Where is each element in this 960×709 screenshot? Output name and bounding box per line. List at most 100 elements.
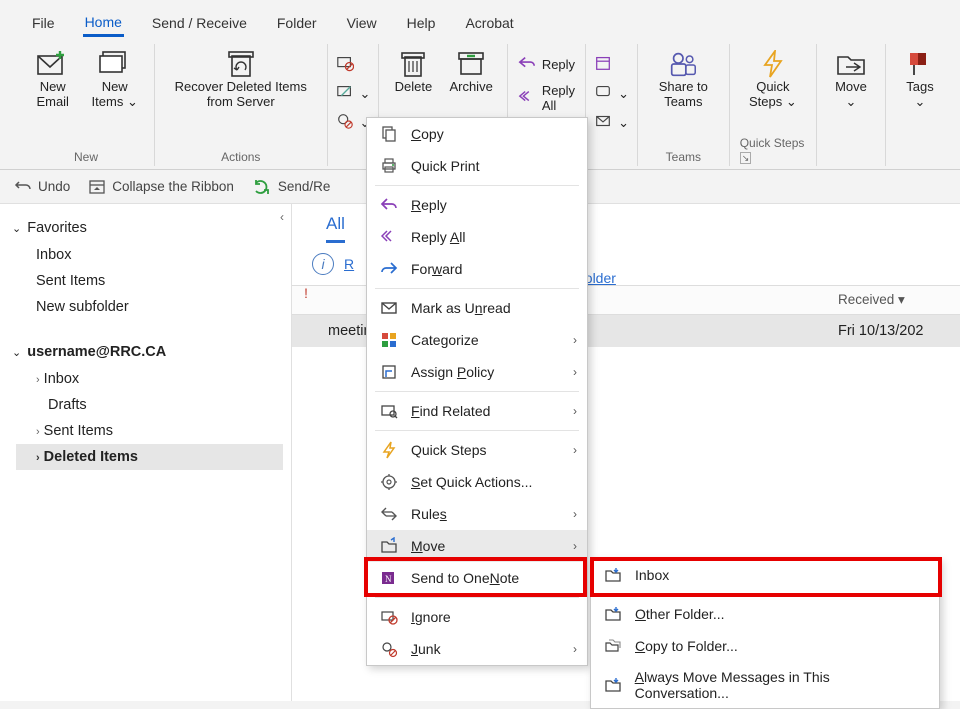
chevron-down-icon: ⌄ bbox=[12, 346, 21, 359]
ribbon-group-respond-extra: ⌄ ⌄ bbox=[586, 44, 638, 166]
forward-icon bbox=[379, 260, 399, 278]
tab-view[interactable]: View bbox=[345, 11, 379, 35]
info-link-left[interactable]: R bbox=[344, 256, 354, 272]
move-icon bbox=[379, 537, 399, 555]
ctx-assign-policy[interactable]: Assign Policy› bbox=[367, 356, 587, 388]
recover-deleted-button[interactable]: Recover Deleted Items from Server bbox=[165, 48, 317, 112]
new-items-icon bbox=[99, 50, 131, 78]
ctx-label: Ignore bbox=[411, 609, 451, 625]
fav-item-inbox[interactable]: Inbox bbox=[16, 242, 283, 268]
ctx-move[interactable]: Move› bbox=[367, 530, 587, 562]
submenu-other-folder-[interactable]: Other Folder... bbox=[591, 598, 939, 630]
new-items-label: New Items ⌄ bbox=[89, 80, 140, 110]
ctx-rules[interactable]: Rules› bbox=[367, 498, 587, 530]
ctx-label: Categorize bbox=[411, 332, 479, 348]
copy-icon bbox=[379, 125, 399, 143]
ctx-set-quick-actions-[interactable]: Set Quick Actions... bbox=[367, 466, 587, 498]
submenu-copy-to-folder-[interactable]: Copy to Folder... bbox=[591, 630, 939, 662]
print-icon bbox=[379, 157, 399, 175]
submenu-always-move-messages-in-this-conversation-[interactable]: Always Move Messages in This Conversatio… bbox=[591, 662, 939, 708]
ctx-reply[interactable]: Reply bbox=[367, 189, 587, 221]
send-receive-button[interactable]: Send/Re bbox=[252, 178, 331, 196]
cleanup-mini-button[interactable]: ⌄ bbox=[332, 81, 375, 106]
ribbon-group-new: New Email New Items ⌄ New bbox=[18, 44, 155, 166]
ctx-label: Reply bbox=[411, 197, 447, 213]
ctx-forward[interactable]: Forward bbox=[367, 253, 587, 285]
nav-collapse-handle[interactable]: ‹ bbox=[280, 210, 284, 224]
tab-acrobat[interactable]: Acrobat bbox=[463, 11, 515, 35]
ctx-find-related[interactable]: Find Related› bbox=[367, 395, 587, 427]
quick-steps-button[interactable]: Quick Steps ⌄ bbox=[740, 48, 806, 112]
teams-icon bbox=[667, 50, 699, 78]
chevron-right-icon: › bbox=[573, 539, 577, 553]
group-label-new: New bbox=[74, 150, 98, 164]
new-email-label: New Email bbox=[32, 80, 73, 110]
folder-drafts[interactable]: Drafts bbox=[16, 392, 283, 418]
reply-button[interactable]: Reply bbox=[514, 52, 579, 77]
ctx-categorize[interactable]: Categorize › bbox=[367, 324, 587, 356]
reply-all-button[interactable]: Reply All bbox=[514, 81, 579, 115]
ctx-quick-print[interactable]: Quick Print bbox=[367, 150, 587, 182]
find-icon bbox=[379, 402, 399, 420]
reply-icon bbox=[379, 196, 399, 214]
favorites-label: Favorites bbox=[27, 220, 87, 236]
ignore-mini-button[interactable] bbox=[332, 52, 375, 77]
group-label-quicksteps: Quick Steps ↘ bbox=[740, 136, 806, 164]
share-to-teams-button[interactable]: Share to Teams bbox=[648, 48, 719, 112]
flag-column[interactable]: ! bbox=[292, 286, 320, 314]
ctx-label: Junk bbox=[411, 641, 441, 657]
account-heading[interactable]: ⌄ username@RRC.CA bbox=[8, 338, 283, 366]
mail-icon bbox=[379, 299, 399, 317]
cleanup-mini-icon bbox=[336, 83, 354, 104]
list-tab-all[interactable]: All bbox=[326, 214, 345, 243]
tab-folder[interactable]: Folder bbox=[275, 11, 319, 35]
ribbon-group-teams: Share to Teams Teams bbox=[638, 44, 730, 166]
tags-button[interactable]: Tags ⌄ bbox=[896, 48, 944, 112]
folder-icon bbox=[603, 605, 623, 623]
fav-item-newsub[interactable]: New subfolder bbox=[16, 294, 283, 320]
archive-button[interactable]: Archive bbox=[445, 48, 496, 97]
ctx-copy[interactable]: Copy bbox=[367, 118, 587, 150]
im-mini-button[interactable]: ⌄ bbox=[590, 81, 633, 106]
ctx-label: Forward bbox=[411, 261, 462, 277]
fav-item-sent[interactable]: Sent Items bbox=[16, 268, 283, 294]
ctx-label: Reply All bbox=[411, 229, 466, 245]
ctx-junk[interactable]: Junk› bbox=[367, 633, 587, 665]
received-column[interactable]: Received ▾ bbox=[830, 286, 960, 314]
folder-sent[interactable]: ›Sent Items bbox=[16, 418, 283, 444]
submenu-inbox[interactable]: Inbox bbox=[591, 559, 939, 591]
move-button[interactable]: Move ⌄ bbox=[827, 48, 875, 112]
qs-icon bbox=[379, 441, 399, 459]
tab-help[interactable]: Help bbox=[405, 11, 438, 35]
meeting-mini-button[interactable] bbox=[590, 52, 633, 77]
chevron-right-icon: › bbox=[573, 333, 577, 347]
tab-file[interactable]: File bbox=[30, 11, 57, 35]
account-label: username@RRC.CA bbox=[27, 344, 166, 360]
new-email-button[interactable]: New Email bbox=[28, 48, 77, 112]
inbox-icon bbox=[603, 566, 623, 584]
ctx-quick-steps[interactable]: Quick Steps› bbox=[367, 434, 587, 466]
undo-button[interactable]: Undo bbox=[14, 178, 70, 196]
ctx-label: Assign Policy bbox=[411, 364, 494, 380]
ctx-mark-as-unread[interactable]: Mark as Unread bbox=[367, 292, 587, 324]
reply-label: Reply bbox=[542, 57, 575, 72]
collapse-ribbon-button[interactable]: Collapse the Ribbon bbox=[88, 178, 234, 196]
cat-icon bbox=[379, 331, 399, 349]
chevron-right-icon: › bbox=[573, 443, 577, 457]
folder-inbox[interactable]: ›Inbox bbox=[16, 366, 283, 392]
ribbon-group-actions: Recover Deleted Items from Server Action… bbox=[155, 44, 328, 166]
tab-send-receive[interactable]: Send / Receive bbox=[150, 11, 249, 35]
new-items-button[interactable]: New Items ⌄ bbox=[85, 48, 144, 112]
info-icon: i bbox=[312, 253, 334, 275]
favorites-heading[interactable]: ⌄ Favorites bbox=[8, 214, 283, 242]
folder-deleted[interactable]: ›Deleted Items bbox=[16, 444, 283, 470]
rules-icon bbox=[379, 505, 399, 523]
policy-icon bbox=[379, 363, 399, 381]
delete-button[interactable]: Delete bbox=[389, 48, 437, 97]
ctx-ignore[interactable]: Ignore bbox=[367, 601, 587, 633]
more-respond-mini-button[interactable]: ⌄ bbox=[590, 110, 633, 135]
meeting-mini-icon bbox=[594, 54, 612, 75]
ctx-reply-all[interactable]: Reply All bbox=[367, 221, 587, 253]
tab-home[interactable]: Home bbox=[83, 10, 124, 37]
ctx-send-to-onenote[interactable]: NSend to OneNote bbox=[367, 562, 587, 594]
